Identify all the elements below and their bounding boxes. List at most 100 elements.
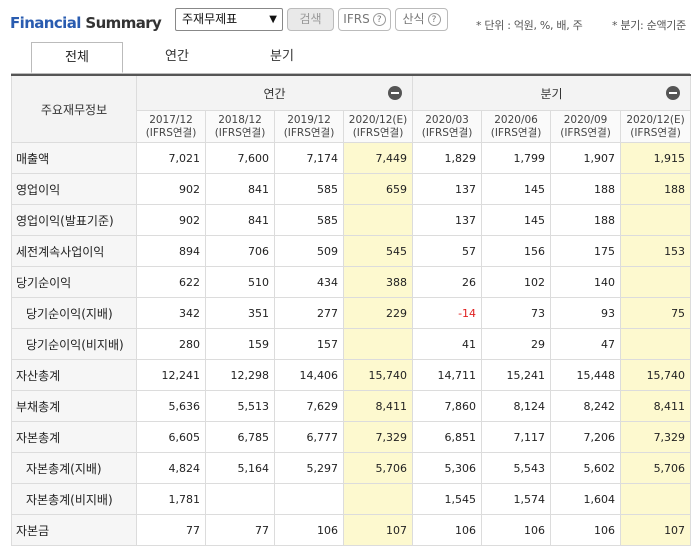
table-cell: 1,915	[620, 142, 692, 174]
table-cell: 7,174	[274, 142, 344, 174]
row-label: 자산총계	[11, 359, 137, 391]
table-row: 당기순이익(지배) 342 351 277 229 -14 73 93 75	[11, 297, 692, 329]
tab-all[interactable]: 전체	[31, 42, 123, 73]
column-header: 2020/03 (IFRS연결)	[412, 110, 483, 143]
table-cell: 342	[136, 297, 206, 329]
statement-select[interactable]: 주재무제표 ▼	[175, 8, 283, 31]
table-cell: 8,124	[481, 390, 552, 422]
table-cell: 841	[205, 204, 275, 236]
table-cell: 4,824	[136, 452, 206, 484]
column-basis: (IFRS연결)	[145, 126, 197, 139]
table-cell: 15,448	[550, 359, 622, 391]
table-cell: 6,785	[205, 421, 275, 453]
column-period: 2019/12	[287, 113, 331, 126]
table-cell: 5,706	[342, 452, 414, 484]
table-cell: 1,545	[412, 483, 483, 515]
table-cell: 5,306	[412, 452, 483, 484]
column-basis: (IFRS연결)	[352, 126, 404, 139]
table-cell: 14,711	[412, 359, 483, 391]
table-row: 자본금 77 77 106 107 106 106 106 107	[11, 514, 692, 546]
row-label: 영업이익	[11, 173, 137, 205]
table-cell: 12,241	[136, 359, 206, 391]
table-cell: 137	[412, 173, 483, 205]
ifrs-button[interactable]: IFRS?	[338, 8, 391, 31]
row-label: 자본금	[11, 514, 137, 546]
table-cell: 15,740	[620, 359, 692, 391]
column-basis: (IFRS연결)	[630, 126, 681, 139]
table-cell: 7,021	[136, 142, 206, 174]
table-row: 자산총계 12,241 12,298 14,406 15,740 14,711 15,241…	[11, 359, 692, 391]
table-cell	[205, 483, 275, 515]
tab-quarterly[interactable]: 분기	[236, 42, 328, 73]
table-row: 자본총계 6,605 6,785 6,777 7,329 6,851 7,117 7,206 7…	[11, 421, 692, 453]
table-cell: 12,298	[205, 359, 275, 391]
ifrs-button-label: IFRS	[343, 12, 370, 26]
help-icon: ?	[427, 13, 441, 26]
table-cell: 57	[412, 235, 483, 267]
table-row: 당기순이익 622 510 434 388 26 102 140	[11, 266, 692, 298]
table-cell: 7,860	[412, 390, 483, 422]
table-cell: 1,781	[136, 483, 206, 515]
row-label: 당기순이익	[11, 266, 137, 298]
table-cell: 5,513	[205, 390, 275, 422]
table-cell	[620, 483, 692, 515]
table-cell: 545	[342, 235, 414, 267]
column-period: 2020/06	[494, 113, 538, 126]
table-row: 매출액 7,021 7,600 7,174 7,449 1,829 1,799 1,907 1,…	[11, 142, 692, 174]
table-cell: 229	[342, 297, 414, 329]
table-cell: 706	[205, 235, 275, 267]
table-cell: 585	[274, 204, 344, 236]
table-cell: 75	[620, 297, 692, 329]
collapse-icon[interactable]	[388, 86, 403, 100]
table-cell: 106	[412, 514, 483, 546]
table-cell: 388	[342, 266, 414, 298]
table-cell: 5,543	[481, 452, 552, 484]
column-basis: (IFRS연결)	[560, 126, 611, 139]
table-cell: 1,799	[481, 142, 552, 174]
column-period: 2020/12(E)	[348, 113, 408, 126]
column-header: 2020/09 (IFRS연결)	[550, 110, 622, 143]
row-label: 영업이익(발표기준)	[11, 204, 137, 236]
table-cell: -14	[412, 297, 483, 329]
table-cell: 14,406	[274, 359, 344, 391]
column-period: 2018/12	[218, 113, 262, 126]
column-basis: (IFRS연결)	[283, 126, 335, 139]
table-cell: 6,605	[136, 421, 206, 453]
table-cell: 8,242	[550, 390, 622, 422]
table-row: 영업이익 902 841 585 659 137 145 188 188	[11, 173, 692, 205]
table-cell	[274, 483, 344, 515]
row-label: 당기순이익(비지배)	[11, 328, 137, 360]
chevron-down-icon: ▼	[269, 14, 277, 25]
table-cell: 106	[481, 514, 552, 546]
row-label: 부채총계	[11, 390, 137, 422]
table-cell	[620, 266, 692, 298]
formula-button[interactable]: 산식?	[395, 8, 448, 31]
row-label: 자본총계(지배)	[11, 452, 137, 484]
table-row: 당기순이익(비지배) 280 159 157 41 29 47	[11, 328, 692, 360]
quarter-note: * 분기: 순액기준	[612, 19, 686, 32]
column-header: 2020/12(E) (IFRS연결)	[342, 110, 414, 143]
table-cell	[342, 328, 414, 360]
column-period: 2020/09	[563, 113, 608, 126]
quarter-group-label: 분기	[540, 86, 563, 101]
column-period: 2020/03	[425, 113, 469, 126]
collapse-icon[interactable]	[666, 86, 681, 100]
column-header: 2019/12 (IFRS연결)	[274, 110, 344, 143]
table-cell: 107	[620, 514, 692, 546]
annual-group-header: 연간	[135, 74, 414, 111]
table-cell: 188	[620, 173, 692, 205]
table-cell: 47	[550, 328, 622, 360]
table-cell: 510	[205, 266, 275, 298]
table-cell: 8,411	[342, 390, 414, 422]
table-cell	[342, 483, 414, 515]
table-cell: 26	[412, 266, 483, 298]
tab-annual[interactable]: 연간	[131, 42, 223, 73]
table-cell: 585	[274, 173, 344, 205]
table-cell: 175	[550, 235, 622, 267]
table-cell: 841	[205, 173, 275, 205]
search-button[interactable]: 검색	[287, 8, 334, 31]
section-title-part2: Summary	[85, 14, 162, 32]
table-row: 자본총계(지배) 4,824 5,164 5,297 5,706 5,306 5,543 5,…	[11, 452, 692, 484]
table-row: 부채총계 5,636 5,513 7,629 8,411 7,860 8,124 8,242 8…	[11, 390, 692, 422]
table-row: 자본총계(비지배) 1,781 1,545 1,574 1,604	[11, 483, 692, 515]
